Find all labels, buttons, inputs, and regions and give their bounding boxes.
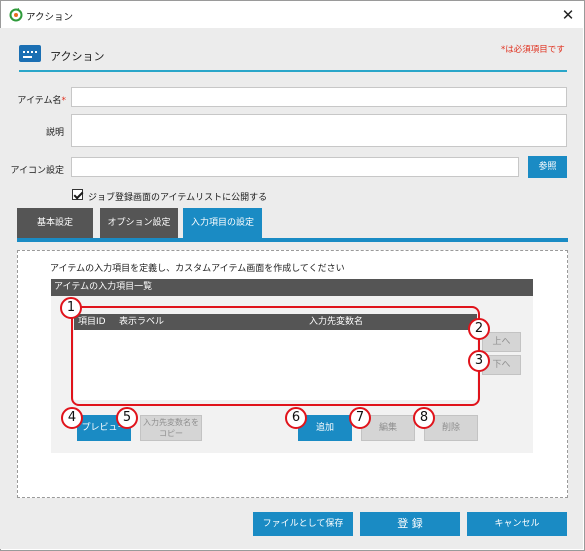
callout-badge-6: 6 — [285, 407, 307, 429]
tab-option-settings[interactable]: オプション設定 — [100, 208, 178, 238]
tab-input-item-settings[interactable]: 入力項目の設定 — [183, 208, 262, 238]
publish-checkbox-label: ジョブ登録画面のアイテムリストに公開する — [88, 193, 268, 203]
title-bar: アクション ✕ — [1, 1, 584, 29]
callout-badge-8: 8 — [413, 407, 435, 429]
callout-badge-3: 3 — [468, 350, 490, 372]
callout-badge-4: 4 — [61, 407, 83, 429]
page-title: アクション — [50, 50, 105, 63]
required-note: *は必須項目です — [501, 45, 565, 55]
icon-path-field[interactable] — [71, 157, 519, 177]
browse-button[interactable]: 参照 — [528, 156, 567, 178]
description-label: 説明 — [45, 128, 64, 138]
publish-checkbox[interactable] — [72, 189, 83, 200]
item-name-field[interactable] — [71, 87, 567, 107]
action-icon — [19, 45, 41, 62]
icon-setting-label: アイコン設定 — [10, 166, 64, 176]
save-as-file-button[interactable]: ファイルとして保存 — [253, 512, 353, 536]
app-logo-icon — [9, 8, 23, 22]
header-divider — [19, 70, 567, 72]
tab-basic-settings[interactable]: 基本設定 — [17, 208, 93, 238]
panel-description: アイテムの入力項目を定義し、カスタムアイテム画面を作成してください — [50, 264, 345, 274]
description-field[interactable] — [71, 114, 567, 147]
cancel-button[interactable]: キャンセル — [467, 512, 567, 536]
copy-variable-name-button[interactable]: 入力先変数名をコピー — [140, 415, 202, 441]
item-name-label: アイテム名* — [17, 96, 67, 106]
callout-badge-1: 1 — [60, 297, 82, 319]
register-button[interactable]: 登 録 — [360, 512, 460, 536]
list-title: アイテムの入力項目一覧 — [51, 279, 533, 296]
callout-outline — [71, 306, 480, 406]
callout-badge-5: 5 — [116, 407, 138, 429]
required-mark: * — [61, 96, 67, 106]
close-icon[interactable]: ✕ — [557, 4, 579, 26]
tab-underline — [17, 238, 568, 242]
callout-badge-7: 7 — [349, 407, 371, 429]
callout-badge-2: 2 — [468, 318, 490, 340]
window-title: アクション — [26, 12, 74, 23]
